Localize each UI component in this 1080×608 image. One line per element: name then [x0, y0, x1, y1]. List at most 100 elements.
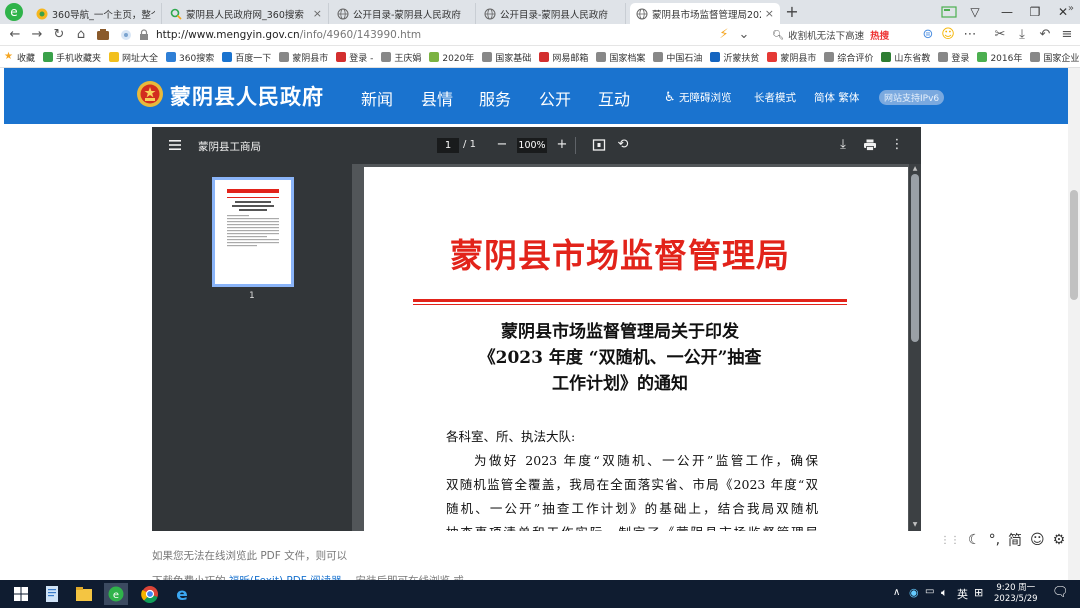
forward-icon[interactable]: →	[28, 26, 46, 44]
page-thumbnail[interactable]	[212, 177, 294, 287]
page-number-input[interactable]: 1	[437, 138, 459, 153]
fit-page-icon[interactable]	[591, 137, 607, 153]
search-field[interactable]: 🔍︎ 收割机无法下高速 热搜	[772, 26, 912, 44]
dropdown-icon[interactable]: ⌄	[735, 26, 753, 44]
tray-app-icon[interactable]: ◉	[909, 586, 919, 599]
shirt-icon[interactable]: ▽	[964, 2, 986, 22]
settings-gear-icon[interactable]: ⚙	[1053, 532, 1066, 548]
bookmark-item[interactable]: 登录 -	[336, 51, 373, 64]
skin-icon[interactable]	[938, 2, 960, 22]
home-icon[interactable]: ⌂	[72, 26, 90, 44]
input-method-indicator[interactable]: 英	[957, 586, 968, 602]
ime-grid-icon[interactable]: ⊞	[974, 586, 983, 599]
bookmark-item[interactable]: 网易邮箱	[539, 51, 588, 64]
site-title[interactable]: 蒙阴县人民政府	[170, 81, 324, 111]
tab-public-catalog-2[interactable]: 公开目录-蒙阴县人民政府	[478, 3, 626, 24]
download-pdf-icon[interactable]: ⤓	[835, 137, 851, 153]
file-explorer-icon[interactable]	[72, 583, 96, 605]
more-options-icon[interactable]: ⋮	[889, 137, 905, 153]
pdf-scrollbar[interactable]: ▲ ▼	[909, 164, 921, 531]
pdf-scrollbar-thumb[interactable]	[911, 174, 919, 342]
bookmark-item[interactable]: 中国石油	[653, 51, 702, 64]
chrome-icon[interactable]	[138, 583, 162, 605]
360-browser-taskbar-icon[interactable]: e	[104, 583, 128, 605]
bookmark-item[interactable]: 百度一下	[222, 51, 271, 64]
wallet-icon[interactable]	[94, 26, 112, 44]
menu-icon[interactable]: ≡	[1058, 26, 1076, 44]
bookmark-item[interactable]: 山东省教	[881, 51, 930, 64]
emoji-icon[interactable]: ☺	[1030, 532, 1045, 548]
refresh-icon[interactable]: ↻	[50, 26, 68, 44]
bookmark-item[interactable]: 蒙阴县市	[279, 51, 328, 64]
rotate-icon[interactable]: ⟲	[615, 137, 631, 153]
cut-icon[interactable]: ✂	[991, 26, 1009, 44]
accessibility-link[interactable]: ♿︎ 无障碍浏览	[664, 90, 732, 105]
scroll-down-arrow-icon[interactable]: ▼	[911, 521, 919, 529]
bookmark-item[interactable]: 网址大全	[109, 51, 158, 64]
bookmark-item[interactable]: 王庆娟	[381, 51, 421, 64]
volume-icon[interactable]: 🔈︎	[941, 586, 948, 600]
nav-interaction[interactable]: 互动	[598, 86, 630, 110]
tab-active-document[interactable]: 蒙阴县市场监督管理局2023年度"双 ×	[630, 3, 780, 24]
bookmark-item[interactable]: 国家企业	[1030, 51, 1079, 64]
page-scrollbar[interactable]	[1068, 68, 1080, 580]
bookmark-item[interactable]: 2020年	[429, 51, 474, 64]
new-tab-button[interactable]: +	[783, 3, 801, 21]
bookmark-item[interactable]: 360搜索	[166, 51, 214, 64]
nav-news[interactable]: 新闻	[361, 86, 393, 110]
clock-date: 2023/5/29	[994, 594, 1038, 604]
tab-360-search[interactable]: 蒙阴县人民政府网_360搜索 ×	[164, 3, 329, 24]
back-icon[interactable]: ←	[6, 26, 24, 44]
bookmark-item[interactable]: 蒙阴县市	[767, 51, 816, 64]
minimize-icon[interactable]: —	[996, 2, 1018, 22]
zoom-in-icon[interactable]: +	[554, 137, 570, 153]
nav-service[interactable]: 服务	[479, 86, 511, 110]
clock[interactable]: 9:20 周一 2023/5/29	[994, 583, 1038, 605]
close-icon[interactable]: ×	[313, 7, 322, 20]
network-icon[interactable]: ▭	[925, 586, 934, 597]
ie-browser-icon[interactable]: e	[170, 583, 194, 605]
bookmark-item[interactable]: 登录	[938, 51, 969, 64]
url-field[interactable]: http://www.mengyin.gov.cn/info/4960/1439…	[120, 26, 770, 44]
emoji-icon[interactable]: ☺	[939, 26, 957, 44]
translate-icon[interactable]: ⊜	[919, 26, 937, 44]
extensions-icon[interactable]: ⋯	[961, 26, 979, 44]
bookmark-item[interactable]: 综合评价	[824, 51, 873, 64]
bookmark-item[interactable]: 手机收藏夹	[43, 51, 101, 64]
undo-icon[interactable]: ↶	[1036, 26, 1054, 44]
close-icon[interactable]: ×	[765, 7, 774, 20]
moon-icon[interactable]: ☾	[968, 532, 981, 548]
degree-icon[interactable]: °,	[989, 532, 1000, 548]
tab-360-nav[interactable]: 360导航_一个主页，整个世界	[30, 3, 162, 24]
windows-start-icon[interactable]	[9, 583, 33, 605]
nav-public[interactable]: 公开	[539, 86, 571, 110]
bookmark-item[interactable]: 2016年	[977, 51, 1022, 64]
lightning-icon[interactable]: ⚡	[715, 26, 733, 44]
bookmark-item[interactable]: 国家基础	[482, 51, 531, 64]
bookmark-item[interactable]: 国家档案	[596, 51, 645, 64]
bookmark-item[interactable]: 沂蒙扶贫	[710, 51, 759, 64]
restore-icon[interactable]: ❐	[1024, 2, 1046, 22]
print-icon[interactable]	[862, 137, 878, 153]
nav-county-info[interactable]: 县情	[421, 86, 453, 110]
tab-public-catalog-1[interactable]: 公开目录-蒙阴县人民政府	[331, 3, 476, 24]
download-icon[interactable]: ⤓	[1013, 26, 1031, 44]
zoom-level-input[interactable]: 100%	[517, 138, 547, 153]
page-info-icon[interactable]	[120, 29, 132, 41]
page-scrollbar-thumb[interactable]	[1070, 190, 1078, 300]
elder-mode-link[interactable]: 长者模式	[754, 90, 796, 105]
drag-handle-icon[interactable]: ⋮⋮	[940, 535, 960, 546]
tab-strip: e 360导航_一个主页，整个世界 蒙阴县人民政府网_360搜索 × 公开目录-…	[0, 0, 1080, 24]
hot-search-badge[interactable]: 热搜	[870, 28, 889, 42]
bookmark-item[interactable]: ★ 收藏	[4, 51, 35, 64]
hamburger-menu-icon[interactable]	[168, 138, 182, 152]
language-switch[interactable]: 简体 繁体	[814, 90, 859, 105]
tray-expand-icon[interactable]: ∧	[893, 587, 900, 598]
notifications-icon[interactable]: 🗨︎	[1052, 585, 1069, 600]
notepad-app-icon[interactable]	[40, 583, 64, 605]
browser-logo-icon[interactable]: e	[4, 2, 24, 22]
more-bookmarks-icon[interactable]: »	[1068, 3, 1074, 14]
zoom-out-icon[interactable]: −	[494, 137, 510, 153]
scroll-up-arrow-icon[interactable]: ▲	[911, 165, 919, 173]
simplified-chinese-toggle[interactable]: 简	[1008, 530, 1022, 550]
